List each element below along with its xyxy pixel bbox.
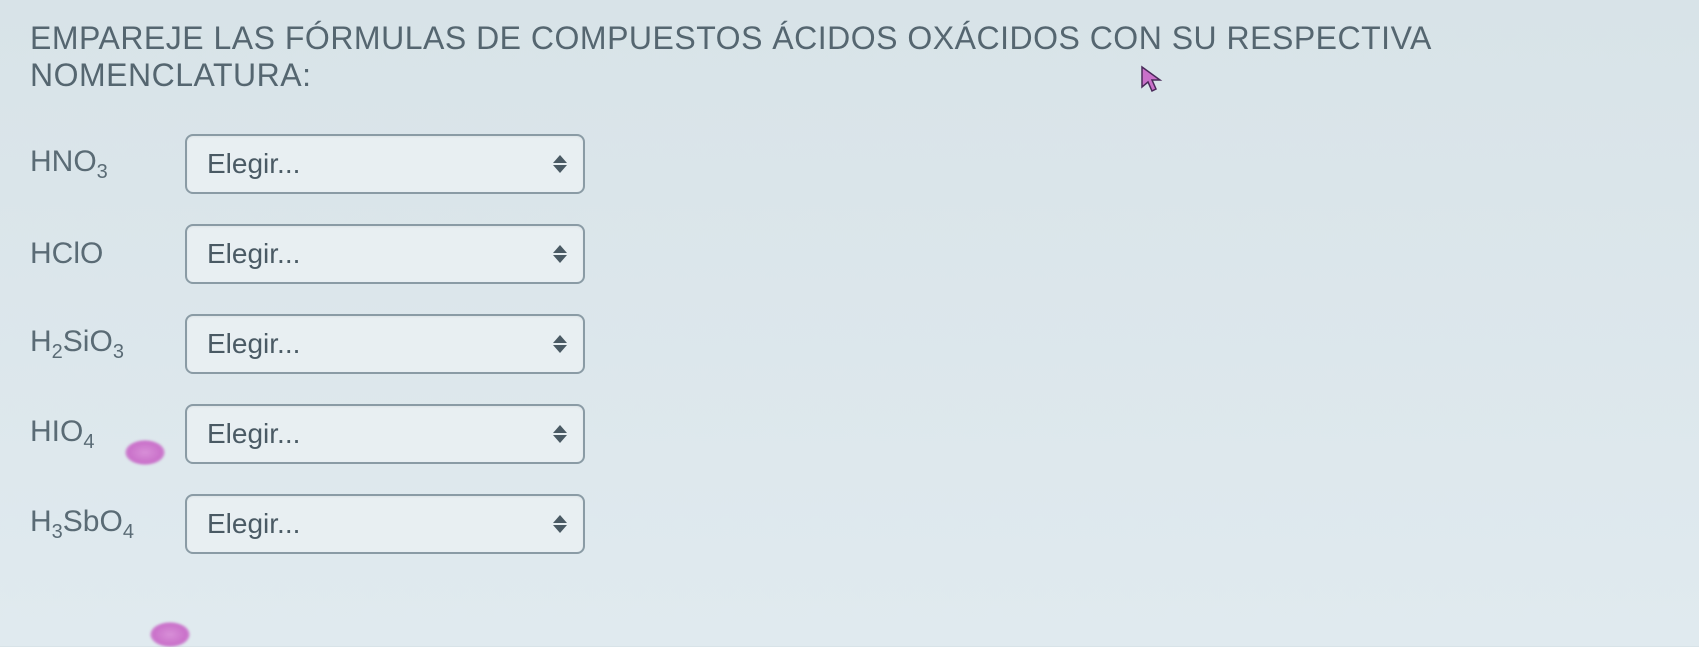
marker-dot-icon xyxy=(150,622,190,647)
marker-dot-icon xyxy=(125,440,165,465)
formula-label-h3sbo4: H3SbO4 xyxy=(30,505,185,544)
match-row: H3SbO4 Elegir... xyxy=(30,494,1669,554)
match-row: HClO Elegir... xyxy=(30,224,1669,284)
question-title: EMPAREJE LAS FÓRMULAS DE COMPUESTOS ÁCID… xyxy=(30,20,1669,94)
match-row: HNO3 Elegir... xyxy=(30,134,1669,194)
match-row: HIO4 Elegir... xyxy=(30,404,1669,464)
cursor-icon xyxy=(1140,65,1164,95)
select-hio4[interactable]: Elegir... xyxy=(185,404,585,464)
formula-label-hno3: HNO3 xyxy=(30,145,185,184)
select-wrapper: Elegir... xyxy=(185,224,585,284)
select-wrapper: Elegir... xyxy=(185,134,585,194)
select-hno3[interactable]: Elegir... xyxy=(185,134,585,194)
select-h2sio3[interactable]: Elegir... xyxy=(185,314,585,374)
select-wrapper: Elegir... xyxy=(185,314,585,374)
match-container: HNO3 Elegir... HClO Elegir... H2SiO3 Ele… xyxy=(30,134,1669,554)
select-wrapper: Elegir... xyxy=(185,404,585,464)
formula-label-h2sio3: H2SiO3 xyxy=(30,325,185,364)
match-row: H2SiO3 Elegir... xyxy=(30,314,1669,374)
formula-label-hclo: HClO xyxy=(30,237,185,271)
select-hclo[interactable]: Elegir... xyxy=(185,224,585,284)
select-h3sbo4[interactable]: Elegir... xyxy=(185,494,585,554)
select-wrapper: Elegir... xyxy=(185,494,585,554)
